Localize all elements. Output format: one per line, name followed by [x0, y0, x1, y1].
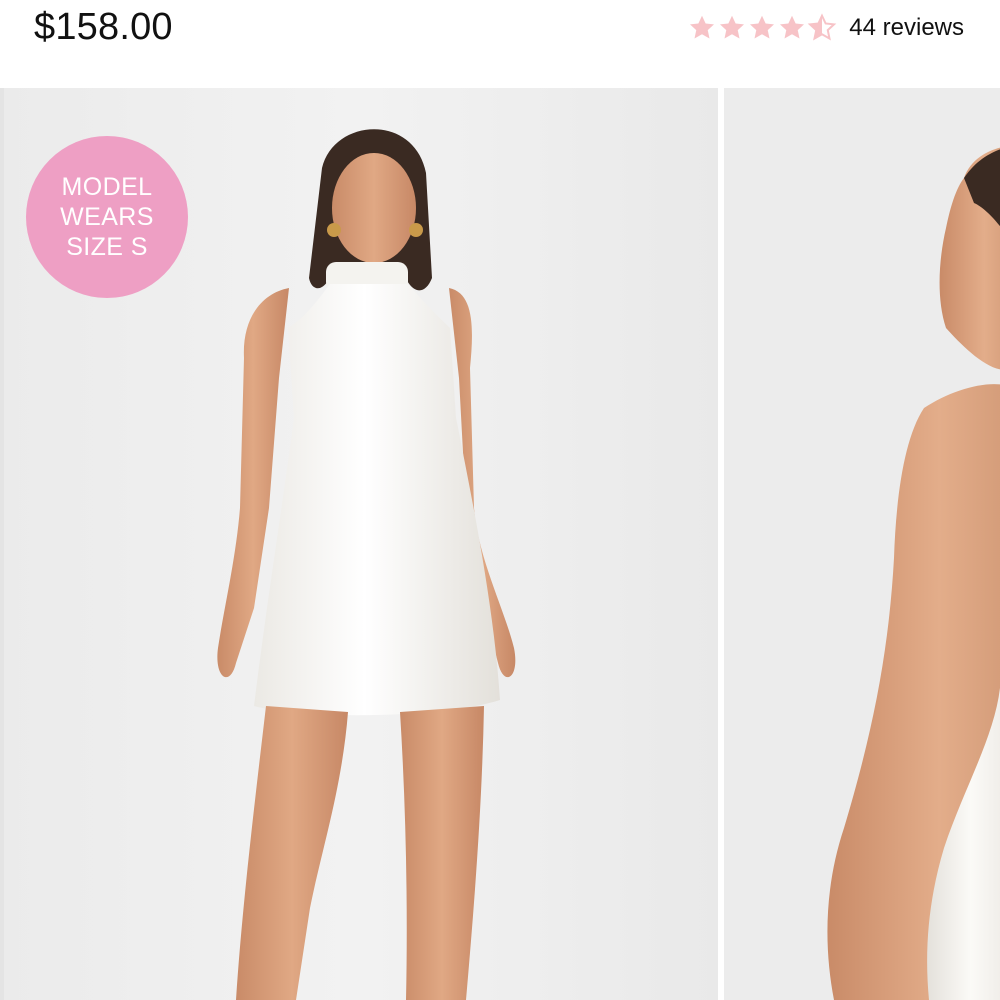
badge-line-2: WEARS — [60, 203, 154, 231]
badge-line-3: SIZE S — [66, 233, 148, 261]
model-back-illustration — [724, 88, 1000, 1000]
product-gallery[interactable]: MODEL WEARS SIZE S — [4, 88, 1000, 1000]
star-icon — [720, 15, 745, 39]
badge-line-1: MODEL — [61, 173, 153, 201]
star-icon — [780, 15, 805, 39]
star-icon — [750, 15, 775, 39]
product-page: $158.00 44 reviews MODEL WEARS SIZE S — [0, 0, 1000, 1000]
product-image-front[interactable]: MODEL WEARS SIZE S — [4, 88, 718, 1000]
product-image-back[interactable] — [724, 88, 1000, 1000]
star-rating — [687, 13, 837, 43]
star-icon — [690, 15, 715, 39]
reviews-link[interactable]: 44 reviews — [849, 14, 964, 42]
product-header: $158.00 44 reviews — [0, 0, 1000, 88]
product-price: $158.00 — [34, 6, 173, 48]
star-half-icon — [807, 13, 837, 41]
rating-summary[interactable]: 44 reviews — [687, 10, 964, 46]
model-size-badge: MODEL WEARS SIZE S — [26, 136, 188, 298]
